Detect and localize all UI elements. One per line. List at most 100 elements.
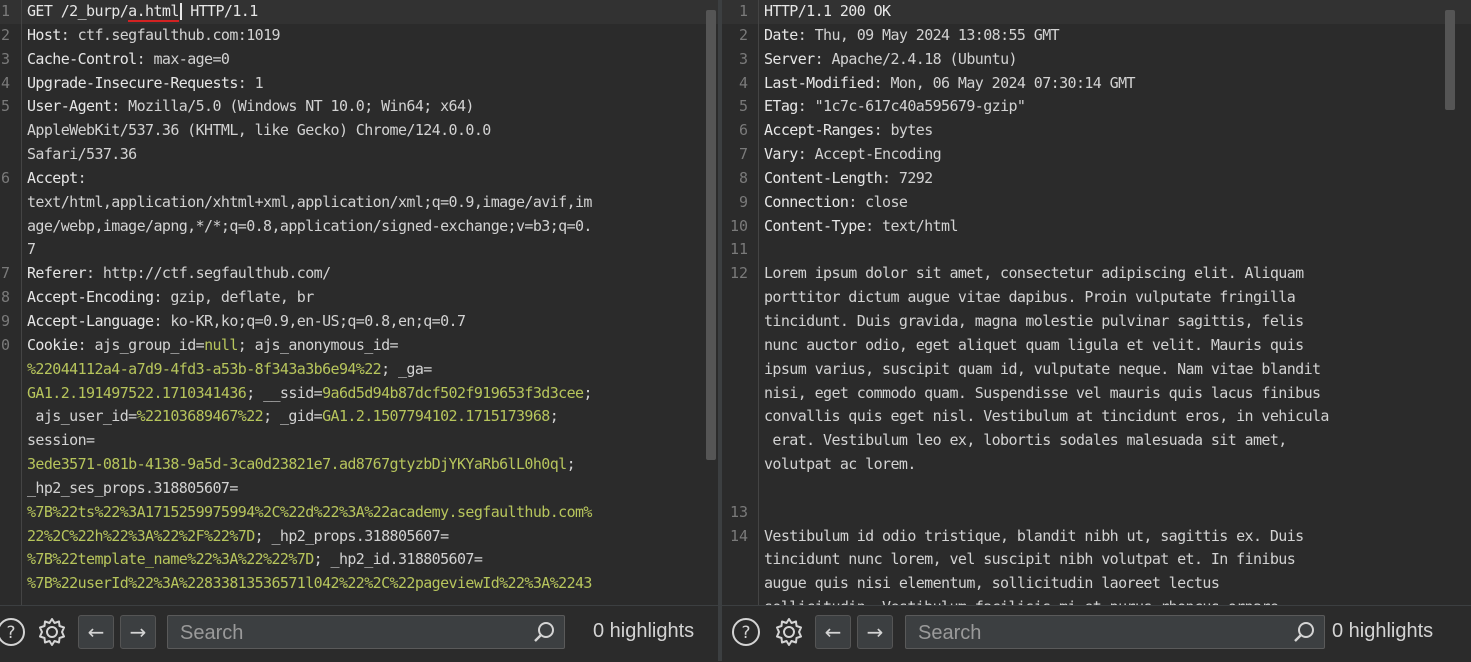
line-text: text/html,application/xhtml+xml,applicat…	[27, 191, 700, 215]
code-line[interactable]: 1 GET /2_burp/a.html HTTP/1.1	[0, 0, 718, 24]
code-line[interactable]: _hp2_ses_props.318805607=	[0, 477, 718, 501]
code-line[interactable]: 3 Cache-Control: max-age=0	[0, 48, 718, 72]
code-line[interactable]: %7B%22template_name%22%3A%22%22%7D; _hp2…	[0, 548, 718, 572]
code-line[interactable]: 9 Accept-Language: ko-KR,ko;q=0.9,en-US;q…	[0, 310, 718, 334]
text-segment: : "1c7c-617c40a595679-gzip"	[797, 97, 1026, 116]
code-line[interactable]: %22044112a4-a7d9-4fd3-a53b-8f343a3b6e94%…	[0, 358, 718, 382]
code-line[interactable]: 8 Content-Length: 7292	[722, 167, 1471, 191]
request-editor[interactable]: 1 GET /2_burp/a.html HTTP/1.1 2 Host: ctf.s…	[0, 0, 718, 605]
code-line[interactable]: 7	[0, 238, 718, 262]
line-number: 5	[0, 97, 10, 116]
code-line[interactable]: nisi, eget commodo quam. Suspendisse vel…	[722, 382, 1471, 406]
previous-button[interactable]: ←	[815, 615, 851, 649]
code-line[interactable]: %7B%22userId%22%3A%22833813536571l042%22…	[0, 572, 718, 596]
help-icon[interactable]: ?	[730, 616, 762, 648]
text-segment: %7B%22userId%22%3A%22833813536571l042%22…	[27, 574, 592, 593]
code-line[interactable]: 22%2C%22h%22%3A%22%2F%22%7D; _hp2_props.…	[0, 525, 718, 549]
code-line[interactable]: text/html,application/xhtml+xml,applicat…	[0, 191, 718, 215]
code-line[interactable]: augue quis nisi elementum, sollicitudin …	[722, 572, 1471, 596]
request-search-input[interactable]	[178, 616, 528, 650]
code-line[interactable]: 7 Vary: Accept-Encoding	[722, 143, 1471, 167]
code-line[interactable]: 12 Lorem ipsum dolor sit amet, consectetu…	[722, 262, 1471, 286]
code-line[interactable]: tincidunt nunc lorem, vel suscipit nibh …	[722, 548, 1471, 572]
code-line[interactable]: 6 Accept:	[0, 167, 718, 191]
text-segment: ; _hp2_id.318805607=	[313, 550, 483, 569]
code-line[interactable]: 1 HTTP/1.1 200 OK	[722, 0, 1471, 24]
code-line[interactable]: 3ede3571-081b-4138-9a5d-3ca0d23821e7.ad8…	[0, 453, 718, 477]
code-line[interactable]: sollicitudin. Vestibulum facilisis mi et…	[722, 596, 1471, 605]
response-scrollbar[interactable]	[1445, 10, 1455, 110]
text-segment: : max-age=0	[136, 49, 230, 68]
code-line[interactable]: 2 Date: Thu, 09 May 2024 13:08:55 GMT	[722, 24, 1471, 48]
code-line[interactable]: 3 Server: Apache/2.4.18 (Ubuntu)	[722, 48, 1471, 72]
code-line[interactable]: 0 Cookie: ajs_group_id=null; ajs_anonymou…	[0, 334, 718, 358]
text-segment: Referer	[27, 264, 87, 283]
help-icon[interactable]: ?	[0, 616, 27, 648]
gutter-separator	[758, 0, 759, 605]
line-text: User-Agent: Mozilla/5.0 (Windows NT 10.0…	[27, 95, 700, 119]
code-line[interactable]: 11	[722, 238, 1471, 262]
line-text: HTTP/1.1 200 OK	[764, 0, 1441, 24]
code-line[interactable]: 2 Host: ctf.segfaulthub.com:1019	[0, 24, 718, 48]
code-line[interactable]: volutpat ac lorem.	[722, 453, 1471, 477]
text-segment: Lorem ipsum dolor sit amet, consectetur …	[764, 264, 1304, 283]
code-line[interactable]: 4 Upgrade-Insecure-Requests: 1	[0, 72, 718, 96]
text-segment: 22%2C%22h%22%3A%22%2F%22%7D	[27, 526, 255, 545]
code-line[interactable]: AppleWebKit/537.36 (KHTML, like Gecko) C…	[0, 119, 718, 143]
response-editor[interactable]: 1 HTTP/1.1 200 OK 2 Date: Thu, 09 May 2024 …	[722, 0, 1471, 605]
search-icon[interactable]	[1292, 620, 1316, 649]
code-line[interactable]: 14 Vestibulum id odio tristique, blandit …	[722, 525, 1471, 549]
code-line[interactable]	[722, 477, 1471, 501]
line-text: %7B%22template_name%22%3A%22%22%7D; _hp2…	[27, 548, 700, 572]
text-segment: Cookie	[27, 335, 78, 354]
arrow-left-icon: ←	[87, 620, 105, 644]
settings-icon[interactable]	[36, 616, 68, 648]
code-line[interactable]: erat. Vestibulum leo ex, lobortis sodale…	[722, 429, 1471, 453]
request-scrollbar[interactable]	[706, 10, 716, 460]
code-line[interactable]: 9 Connection: close	[722, 191, 1471, 215]
code-line[interactable]: ipsum varius, suscipit quam id, vulputat…	[722, 358, 1471, 382]
response-search-input[interactable]	[916, 616, 1288, 650]
code-line[interactable]: 5 ETag: "1c7c-617c40a595679-gzip"	[722, 95, 1471, 119]
previous-button[interactable]: ←	[78, 615, 114, 649]
line-number: 0	[0, 335, 10, 354]
next-button[interactable]: →	[120, 615, 156, 649]
code-line[interactable]: 4 Last-Modified: Mon, 06 May 2024 07:30:1…	[722, 72, 1471, 96]
code-line[interactable]: tincidunt. Duis gravida, magna molestie …	[722, 310, 1471, 334]
code-line[interactable]: convallis quis eget nisl. Vestibulum at …	[722, 405, 1471, 429]
text-segment: Vestibulum id odio tristique, blandit ni…	[764, 526, 1304, 545]
code-line[interactable]: porttitor dictum augue vitae dapibus. Pr…	[722, 286, 1471, 310]
line-text: tincidunt. Duis gravida, magna molestie …	[764, 310, 1441, 334]
text-segment: ajs_user_id=	[27, 407, 137, 426]
settings-icon[interactable]	[773, 616, 805, 648]
line-number: 2	[738, 25, 748, 44]
line-number: 11	[729, 240, 748, 259]
code-line[interactable]: 10 Content-Type: text/html	[722, 215, 1471, 239]
code-line[interactable]: GA1.2.191497522.1710341436; __ssid=9a6d5…	[0, 382, 718, 406]
line-number: 8	[738, 168, 748, 187]
next-button[interactable]: →	[857, 615, 893, 649]
code-line[interactable]: 6 Accept-Ranges: bytes	[722, 119, 1471, 143]
code-line[interactable]: session=	[0, 429, 718, 453]
code-line[interactable]: 7 Referer: http://ctf.segfaulthub.com/	[0, 262, 718, 286]
line-text: Upgrade-Insecure-Requests: 1	[27, 72, 700, 96]
code-line[interactable]: age/webp,image/apng,*/*;q=0.8,applicatio…	[0, 215, 718, 239]
line-text: age/webp,image/apng,*/*;q=0.8,applicatio…	[27, 215, 700, 239]
code-line[interactable]: 8 Accept-Encoding: gzip, deflate, br	[0, 286, 718, 310]
text-segment: erat. Vestibulum leo ex, lobortis sodale…	[764, 431, 1287, 450]
code-line[interactable]: %7B%22ts%22%3A1715259975994%2C%22d%22%3A…	[0, 501, 718, 525]
text-segment: text/html,application/xhtml+xml,applicat…	[27, 192, 592, 211]
code-line[interactable]: 13	[722, 501, 1471, 525]
text-segment: : bytes	[873, 121, 934, 140]
search-icon[interactable]	[532, 620, 556, 649]
line-number: 1	[738, 2, 748, 20]
code-line[interactable]: 5 User-Agent: Mozilla/5.0 (Windows NT 10.…	[0, 95, 718, 119]
line-number	[0, 525, 10, 549]
line-text: Accept-Language: ko-KR,ko;q=0.9,en-US;q=…	[27, 310, 700, 334]
line-number: 12	[729, 264, 748, 283]
code-line[interactable]: nunc auctor odio, eget aliquet quam ligu…	[722, 334, 1471, 358]
code-line[interactable]: ajs_user_id=%22103689467%22; _gid=GA1.2.…	[0, 405, 718, 429]
code-line[interactable]: Safari/537.36	[0, 143, 718, 167]
text-segment: HTTP/1.1	[181, 2, 258, 20]
line-text: Cache-Control: max-age=0	[27, 48, 700, 72]
